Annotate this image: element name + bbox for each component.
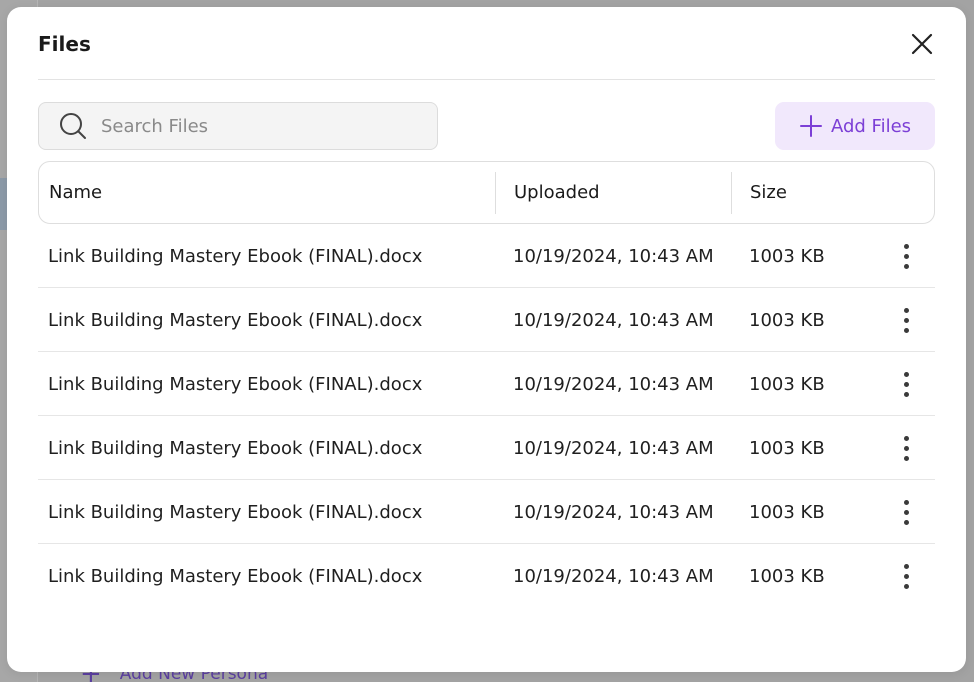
column-divider	[731, 172, 732, 214]
modal-title: Files	[38, 32, 91, 56]
modal-header: Files	[38, 7, 935, 80]
file-uploaded: 10/19/2024, 10:43 AM	[513, 309, 714, 331]
file-uploaded: 10/19/2024, 10:43 AM	[513, 245, 714, 267]
file-name: Link Building Mastery Ebook (FINAL).docx	[48, 245, 423, 267]
files-table: Name Uploaded Size Link Building Mastery…	[38, 161, 935, 608]
add-files-label: Add Files	[830, 115, 912, 137]
more-vertical-icon	[903, 371, 909, 397]
table-header: Name Uploaded Size	[38, 161, 935, 224]
row-menu-button[interactable]	[896, 480, 916, 544]
toolbar: Add Files	[38, 102, 935, 150]
file-uploaded: 10/19/2024, 10:43 AM	[513, 501, 714, 523]
row-menu-button[interactable]	[896, 544, 916, 608]
table-row[interactable]: Link Building Mastery Ebook (FINAL).docx…	[38, 224, 935, 288]
more-vertical-icon	[903, 499, 909, 525]
search-input[interactable]	[101, 115, 401, 137]
file-size: 1003 KB	[749, 373, 825, 395]
table-row[interactable]: Link Building Mastery Ebook (FINAL).docx…	[38, 480, 935, 544]
plus-icon	[799, 115, 822, 137]
file-uploaded: 10/19/2024, 10:43 AM	[513, 437, 714, 459]
column-header-uploaded[interactable]: Uploaded	[514, 162, 600, 223]
column-divider	[495, 172, 496, 214]
column-header-size[interactable]: Size	[750, 162, 787, 223]
file-size: 1003 KB	[749, 245, 825, 267]
more-vertical-icon	[903, 243, 909, 269]
table-row[interactable]: Link Building Mastery Ebook (FINAL).docx…	[38, 416, 935, 480]
file-uploaded: 10/19/2024, 10:43 AM	[513, 565, 714, 587]
add-files-button[interactable]: Add Files	[775, 102, 935, 150]
table-row[interactable]: Link Building Mastery Ebook (FINAL).docx…	[38, 288, 935, 352]
row-menu-button[interactable]	[896, 224, 916, 288]
file-size: 1003 KB	[749, 501, 825, 523]
table-row[interactable]: Link Building Mastery Ebook (FINAL).docx…	[38, 544, 935, 608]
file-name: Link Building Mastery Ebook (FINAL).docx	[48, 565, 423, 587]
table-row[interactable]: Link Building Mastery Ebook (FINAL).docx…	[38, 352, 935, 416]
more-vertical-icon	[903, 435, 909, 461]
file-name: Link Building Mastery Ebook (FINAL).docx	[48, 373, 423, 395]
search-box[interactable]	[38, 102, 438, 150]
column-header-name[interactable]: Name	[49, 162, 102, 223]
file-size: 1003 KB	[749, 309, 825, 331]
more-vertical-icon	[903, 563, 909, 589]
row-menu-button[interactable]	[896, 416, 916, 480]
file-size: 1003 KB	[749, 437, 825, 459]
row-menu-button[interactable]	[896, 352, 916, 416]
search-icon	[60, 113, 86, 139]
file-name: Link Building Mastery Ebook (FINAL).docx	[48, 309, 423, 331]
close-button[interactable]	[909, 31, 935, 57]
file-size: 1003 KB	[749, 565, 825, 587]
more-vertical-icon	[903, 307, 909, 333]
row-menu-button[interactable]	[896, 288, 916, 352]
table-body: Link Building Mastery Ebook (FINAL).docx…	[38, 224, 935, 608]
files-modal: Files Add Files Name Uploaded	[7, 7, 966, 672]
file-name: Link Building Mastery Ebook (FINAL).docx	[48, 437, 423, 459]
file-name: Link Building Mastery Ebook (FINAL).docx	[48, 501, 423, 523]
close-icon	[911, 33, 933, 55]
file-uploaded: 10/19/2024, 10:43 AM	[513, 373, 714, 395]
